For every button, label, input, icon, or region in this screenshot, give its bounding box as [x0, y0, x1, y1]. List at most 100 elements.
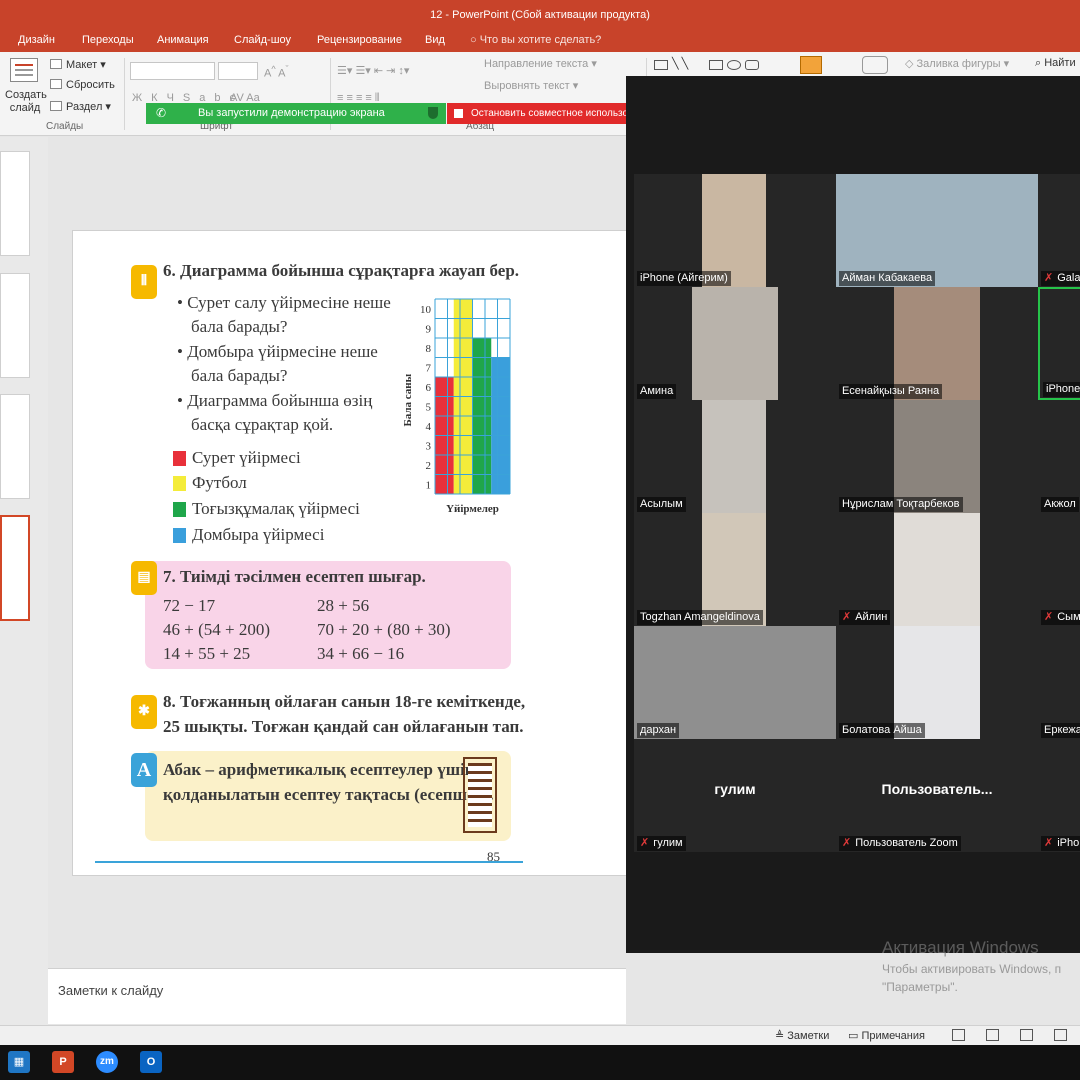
find-button[interactable]: ⌕ Найти: [1035, 57, 1076, 70]
layout-button[interactable]: Макет ▾: [50, 58, 106, 71]
shape-fill-button[interactable]: ◇ Заливка фигуры ▾: [905, 57, 1009, 70]
slides-group-label: Слайды: [46, 121, 84, 132]
slide-thumbnail[interactable]: [0, 151, 30, 256]
section-icon: [50, 101, 62, 111]
participant-tile[interactable]: Амина: [634, 287, 836, 400]
phone-icon: ✆: [156, 106, 167, 120]
muted-mic-icon: ✗: [842, 837, 852, 849]
tell-me-box[interactable]: ○ Что вы хотите сделать?: [470, 34, 601, 46]
stop-sharing-button[interactable]: Остановить совместное использование: [447, 103, 627, 124]
normal-view-icon[interactable]: [952, 1029, 965, 1041]
slide-thumbnail[interactable]: [0, 394, 30, 499]
new-slide-button[interactable]: Создать слайд: [5, 89, 47, 115]
notes-placeholder: Заметки к слайду: [58, 983, 164, 998]
arrange-icon[interactable]: [800, 56, 822, 74]
align-text-button[interactable]: Выровнять текст ▾: [484, 79, 578, 92]
expression: 28 + 56: [317, 596, 370, 615]
y-tick-label: 5: [426, 401, 432, 413]
reading-view-icon[interactable]: [1020, 1029, 1033, 1041]
section-button[interactable]: Раздел ▾: [50, 100, 111, 113]
slide-canvas[interactable]: ⫴ 6. Диаграмма бойынша сұрақтарға жауап …: [72, 230, 628, 876]
participant-tile[interactable]: ✗ iPho: [1038, 739, 1080, 852]
shape-oval-icon[interactable]: [727, 60, 741, 70]
bullet-text: • Домбыра үйірмесіне неше: [177, 342, 378, 361]
font-name-field[interactable]: [130, 62, 215, 80]
a-badge: A: [131, 753, 157, 787]
muted-mic-icon: ✗: [1044, 837, 1054, 849]
bar-4: [491, 357, 510, 494]
notes-pane[interactable]: Заметки к слайду: [48, 968, 626, 1024]
expression: 14 + 55 + 25: [163, 644, 251, 663]
tab-design[interactable]: Дизайн: [18, 34, 55, 46]
legend-swatch-blue: [173, 528, 186, 543]
participant-tile[interactable]: iPhone (Айгерим): [634, 174, 836, 287]
participant-display-name: Пользователь...: [881, 781, 993, 797]
participant-name: ✗ гулим: [637, 836, 686, 851]
shape-textbox-icon[interactable]: [654, 60, 668, 70]
legend-label: Домбыра үйірмесі: [192, 525, 325, 544]
footer-rule: [95, 861, 523, 863]
file-explorer-icon[interactable]: ▦: [8, 1051, 30, 1073]
comments-toggle[interactable]: ▭ Примечания: [848, 1029, 925, 1042]
slide-thumbnail[interactable]: [0, 273, 30, 378]
participant-tile[interactable]: гулим ✗ гулим: [634, 739, 836, 852]
muted-mic-icon: ✗: [1044, 611, 1054, 623]
zoom-icon[interactable]: zm: [96, 1051, 118, 1073]
window-title: 12 - PowerPoint (Сбой активации продукта…: [430, 9, 650, 21]
shape-rounded-icon[interactable]: [745, 60, 759, 70]
slide-thumbnail-selected[interactable]: [0, 515, 30, 621]
outlook-icon[interactable]: O: [140, 1051, 162, 1073]
font-grow-button[interactable]: A^ Aˇ: [264, 64, 289, 80]
participant-tile[interactable]: ✗ Сым: [1038, 513, 1080, 626]
participant-tile[interactable]: Акжол: [1038, 400, 1080, 513]
participant-name: iPhone (Айгерим): [637, 271, 731, 286]
font-size-field[interactable]: [218, 62, 258, 80]
participant-tile[interactable]: iPhone: [1038, 287, 1080, 400]
participant-tile[interactable]: Айман Кабакаева: [836, 174, 1038, 287]
quick-styles-icon[interactable]: [862, 56, 888, 74]
notes-toggle[interactable]: ≜ Заметки: [775, 1029, 829, 1042]
sorter-view-icon[interactable]: [986, 1029, 999, 1041]
expression: 72 − 17: [163, 596, 216, 615]
participant-tile[interactable]: Togzhan Amangeldinova: [634, 513, 836, 626]
pair-icon: ⫴: [131, 265, 157, 299]
shape-rect-icon[interactable]: [709, 60, 723, 70]
tab-slideshow[interactable]: Слайд-шоу: [234, 34, 291, 46]
question-7: 7. Тиімді тәсілмен есептеп шығар.: [163, 567, 426, 586]
tell-me-text: Что вы хотите сделать?: [479, 34, 602, 46]
legend-swatch-green: [173, 502, 186, 517]
reset-button[interactable]: Сбросить: [50, 79, 115, 91]
sharing-text: Вы запустили демонстрацию экрана: [198, 107, 385, 119]
participant-tile[interactable]: ✗ Gala: [1038, 174, 1080, 287]
muted-mic-icon: ✗: [1044, 272, 1054, 284]
participant-tile[interactable]: ✗ Айлин: [836, 513, 1038, 626]
taskbar: ▦ P zm O: [0, 1045, 1080, 1080]
participant-tile[interactable]: Болатова Айша: [836, 626, 1038, 739]
tab-transitions[interactable]: Переходы: [82, 34, 134, 46]
participant-tile[interactable]: Асылым: [634, 400, 836, 513]
y-tick-label: 4: [426, 421, 432, 433]
slideshow-view-icon[interactable]: [1054, 1029, 1067, 1041]
y-tick-label: 10: [420, 304, 432, 316]
participant-name: ✗ Сым: [1041, 610, 1080, 625]
participant-tile[interactable]: Нұрислам Тоқтарбеков: [836, 400, 1038, 513]
participant-tile[interactable]: Еркежа: [1038, 626, 1080, 739]
slide-thumbnail-pane: [0, 137, 48, 1025]
tab-review[interactable]: Рецензирование: [317, 34, 402, 46]
tab-animation[interactable]: Анимация: [157, 34, 209, 46]
participant-tile[interactable]: Пользователь... ✗ Пользователь Zoom: [836, 739, 1038, 852]
participant-name: Акжол: [1041, 497, 1079, 512]
participant-tile[interactable]: Есенайқызы Раяна: [836, 287, 1038, 400]
powerpoint-icon[interactable]: P: [52, 1051, 74, 1073]
text-direction-button[interactable]: Направление текста ▾: [484, 57, 597, 70]
participant-tile[interactable]: дархан: [634, 626, 836, 739]
tab-view[interactable]: Вид: [425, 34, 445, 46]
layout-icon: [50, 59, 62, 69]
search-icon: ⌕: [1035, 57, 1045, 69]
list-buttons[interactable]: ☰▾ ☰▾ ⇤ ⇥ ↕▾: [337, 64, 409, 77]
question-8-line2: 25 шықты. Тоғжан қандай сан ойлағанын та…: [163, 717, 524, 736]
bullet-text: • Сурет салу үйірмесіне неше: [177, 293, 391, 312]
puzzle-icon: ✱: [131, 695, 157, 729]
reset-label: Сбросить: [66, 79, 115, 91]
shape-line-icon[interactable]: ╲ ╲: [672, 57, 688, 70]
